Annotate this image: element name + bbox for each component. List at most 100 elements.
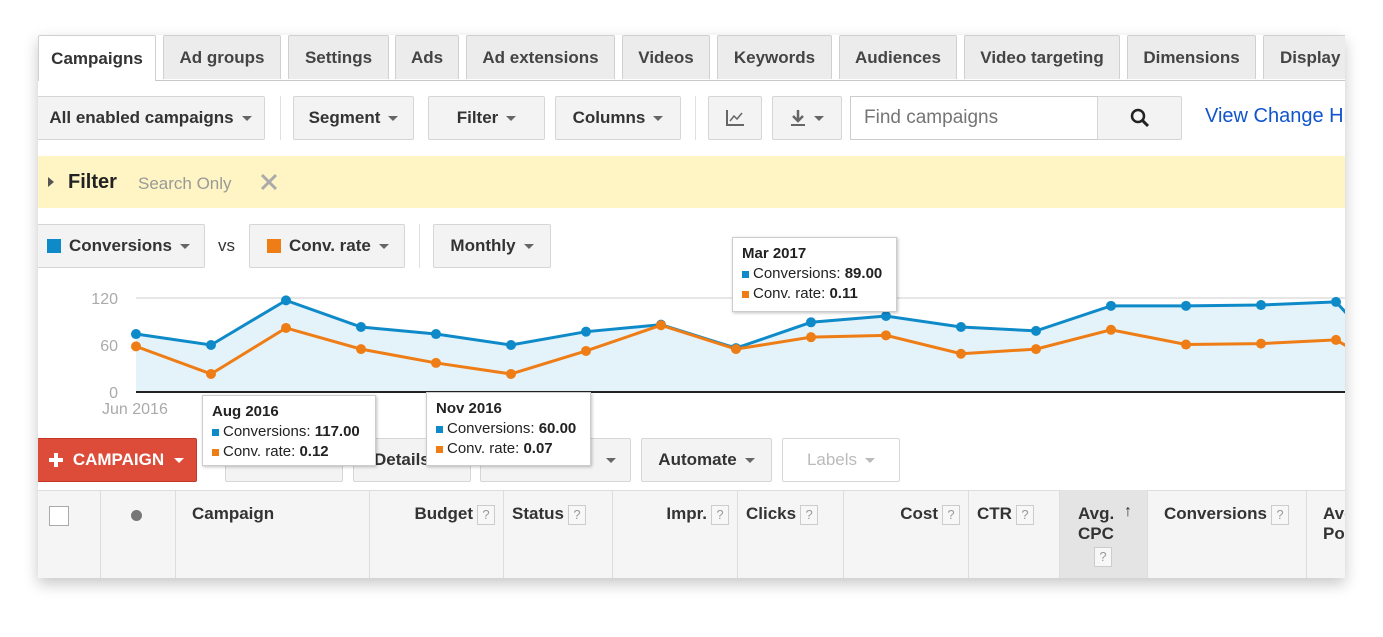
column-conversions[interactable]: Conversions?: [1147, 490, 1306, 578]
metric2-dropdown[interactable]: Conv. rate: [249, 224, 405, 268]
select-all-checkbox[interactable]: [49, 506, 69, 526]
tab-keywords[interactable]: Keywords: [717, 35, 832, 79]
conv-rate-point-sep-2017[interactable]: [1256, 338, 1266, 349]
conv-rate-point-aug-2017[interactable]: [1181, 339, 1191, 350]
expand-triangle-icon[interactable]: [48, 177, 54, 187]
view-change-history-link[interactable]: View Change Hi: [1205, 105, 1345, 128]
tab-campaigns[interactable]: Campaigns: [38, 35, 156, 81]
search-input[interactable]: [850, 96, 1098, 140]
conv-rate-point-oct-2016[interactable]: [431, 357, 441, 368]
conv-rate-point-feb-2017[interactable]: [731, 344, 741, 355]
status-dot-icon: [131, 510, 142, 521]
columns-button[interactable]: Columns: [555, 96, 681, 140]
help-icon[interactable]: ?: [477, 504, 495, 525]
tab-videos[interactable]: Videos: [622, 35, 710, 79]
segment-button[interactable]: Segment: [293, 96, 414, 140]
conv-rate-point-sep-2016[interactable]: [356, 344, 366, 355]
help-icon[interactable]: ?: [567, 504, 586, 525]
plus-icon: [48, 453, 63, 467]
conv-rate-point-jun-2017[interactable]: [1031, 344, 1041, 355]
conversions-point-sep-2016[interactable]: [356, 321, 366, 332]
remove-filter-icon[interactable]: [260, 173, 278, 191]
conversions-point-oct-2016[interactable]: [431, 329, 441, 340]
labels-button[interactable]: Labels: [782, 438, 900, 482]
conversions-point-oct-2017[interactable]: [1331, 296, 1341, 307]
conversions-point-apr-2017[interactable]: [881, 311, 891, 322]
conv-rate-point-mar-2017[interactable]: [806, 332, 816, 343]
column-label: Cost: [900, 504, 938, 523]
help-icon[interactable]: ?: [1270, 504, 1289, 525]
column-campaign[interactable]: Campaign: [175, 490, 369, 578]
details-label: Details: [374, 450, 430, 469]
column-label: Status: [512, 504, 564, 523]
chevron-down-icon: [241, 115, 252, 121]
help-icon[interactable]: ?: [1015, 504, 1034, 525]
conv-rate-point-aug-2016[interactable]: [281, 322, 291, 333]
filter-label: Filter: [456, 108, 499, 127]
search-icon: [1130, 108, 1149, 128]
tab-audiences[interactable]: Audiences: [839, 35, 957, 79]
conversions-point-jun-2017[interactable]: [1031, 325, 1041, 336]
column-avg-cpc[interactable]: Avg. CPC ↑?: [1059, 490, 1147, 578]
tab-ad-groups[interactable]: Ad groups: [163, 35, 281, 79]
tab-settings[interactable]: Settings: [288, 35, 389, 79]
conversions-point-mar-2017[interactable]: [806, 317, 816, 328]
column-budget[interactable]: Budget?: [369, 490, 503, 578]
conversions-marker-icon: [212, 428, 219, 436]
metric1-dropdown[interactable]: Conversions: [38, 224, 205, 268]
download-button[interactable]: [772, 96, 842, 140]
period-dropdown[interactable]: Monthly: [433, 224, 551, 268]
campaign-scope-dropdown[interactable]: All enabled campaigns: [38, 96, 265, 140]
filter-bar: Filter Search Only: [38, 156, 1345, 208]
column-avg-pos[interactable]: Avg. Pos.: [1306, 490, 1345, 578]
tooltip-aug-2016: Aug 2016 Conversions: 117.00 Conv. rate:…: [202, 395, 376, 466]
conversions-point-jul-2017[interactable]: [1106, 300, 1116, 311]
conversions-point-aug-2016[interactable]: [281, 295, 291, 306]
conv-rate-point-jan-2017[interactable]: [656, 320, 666, 331]
y-tick-label: 120: [91, 291, 118, 308]
automate-button[interactable]: Automate: [641, 438, 772, 482]
column-clicks[interactable]: Clicks?: [737, 490, 843, 578]
search-button[interactable]: [1097, 96, 1182, 140]
add-campaign-button[interactable]: CAMPAIGN: [38, 438, 197, 482]
conv-rate-point-jul-2016[interactable]: [206, 368, 216, 379]
adwords-panel: Campaigns Ad groups Settings Ads Ad exte…: [38, 35, 1345, 578]
column-cost[interactable]: Cost?: [843, 490, 968, 578]
conversions-point-jul-2016[interactable]: [206, 340, 216, 350]
vs-label: vs: [218, 236, 235, 255]
conversions-point-may-2017[interactable]: [956, 321, 966, 332]
tab-ads[interactable]: Ads: [395, 35, 459, 79]
help-icon[interactable]: ?: [800, 504, 819, 525]
conv-rate-point-nov-2016[interactable]: [506, 368, 516, 379]
column-status[interactable]: Status?: [503, 490, 612, 578]
tab-dimensions[interactable]: Dimensions: [1127, 35, 1256, 79]
conversions-point-sep-2017[interactable]: [1256, 300, 1266, 311]
tab-ad-extensions[interactable]: Ad extensions: [466, 35, 615, 79]
conversions-point-aug-2017[interactable]: [1181, 300, 1191, 311]
metric1-label: Conversions: [69, 236, 172, 255]
y-tick-label: 0: [109, 385, 118, 402]
tooltip-title: Nov 2016: [436, 400, 502, 417]
tooltip-value: 0.11: [829, 285, 858, 302]
help-icon[interactable]: ?: [1094, 546, 1112, 567]
tab-display[interactable]: Display: [1263, 35, 1345, 79]
tab-video-targeting[interactable]: Video targeting: [964, 35, 1120, 79]
column-impressions[interactable]: Impr.?: [612, 490, 737, 578]
conv-rate-point-dec-2016[interactable]: [581, 345, 591, 356]
conv-rate-point-oct-2017[interactable]: [1331, 334, 1341, 345]
chevron-down-icon: [744, 457, 755, 463]
conv-rate-point-apr-2017[interactable]: [881, 330, 891, 341]
conversions-point-nov-2016[interactable]: [506, 340, 516, 350]
help-icon[interactable]: ?: [711, 504, 729, 525]
tooltip-nov-2016: Nov 2016 Conversions: 60.00 Conv. rate: …: [426, 392, 591, 466]
conv-rate-point-jun-2016[interactable]: [131, 341, 141, 352]
conversions-point-dec-2016[interactable]: [581, 326, 591, 337]
toggle-chart-button[interactable]: [708, 96, 762, 140]
conv-rate-point-jul-2017[interactable]: [1106, 324, 1116, 335]
conv-rate-point-may-2017[interactable]: [956, 348, 966, 359]
help-icon[interactable]: ?: [942, 504, 960, 525]
column-ctr[interactable]: CTR?: [968, 490, 1059, 578]
tooltip-title: Mar 2017: [742, 245, 807, 262]
conversions-point-jun-2016[interactable]: [131, 329, 141, 340]
filter-button[interactable]: Filter: [428, 96, 545, 140]
